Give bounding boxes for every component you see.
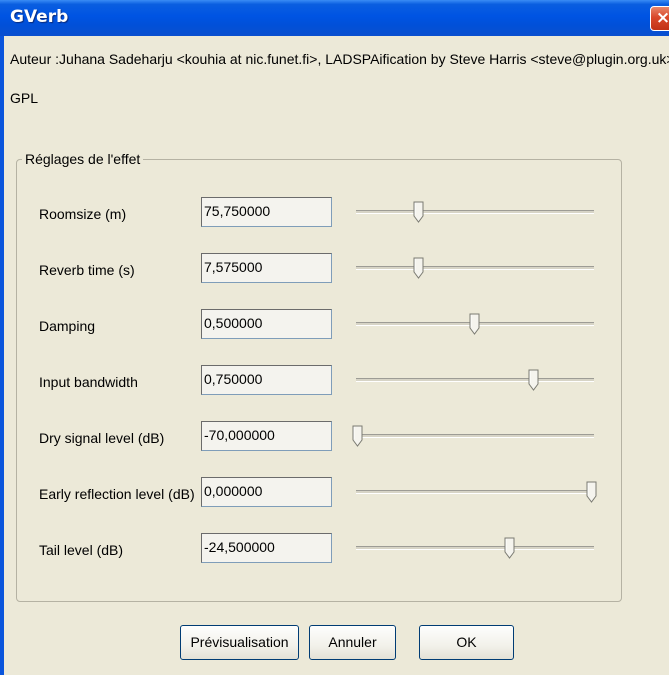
slider-track	[356, 266, 594, 270]
dry-signal-level-slider[interactable]	[352, 424, 598, 448]
window-frame	[0, 36, 4, 675]
slider-track	[356, 378, 594, 382]
slider-track	[356, 490, 594, 494]
damping-input[interactable]: 0,500000	[201, 309, 332, 339]
reverb-time-slider[interactable]	[352, 256, 598, 280]
roomsize-slider[interactable]	[352, 200, 598, 224]
window-title: GVerb	[10, 7, 69, 27]
damping-slider[interactable]	[352, 312, 598, 336]
slider-thumb[interactable]	[504, 537, 515, 559]
slider-thumb[interactable]	[413, 201, 424, 223]
input-bandwidth-input[interactable]: 0,750000	[201, 365, 332, 395]
input-bandwidth-slider[interactable]	[352, 368, 598, 392]
tail-level-input[interactable]: -24,500000	[201, 533, 332, 563]
license-text: GPL	[10, 90, 39, 106]
early-reflection-level-slider[interactable]	[352, 480, 598, 504]
reverb-time-input[interactable]: 7,575000	[201, 253, 332, 283]
roomsize-input[interactable]: 75,750000	[201, 197, 332, 227]
ok-button[interactable]: OK	[419, 625, 514, 660]
slider-track	[356, 546, 594, 550]
slider-thumb[interactable]	[352, 425, 363, 447]
slider-thumb[interactable]	[528, 369, 539, 391]
param-label-reverb-time: Reverb time (s)	[39, 262, 135, 278]
cancel-button[interactable]: Annuler	[309, 625, 396, 660]
close-button[interactable]: ×	[650, 6, 669, 31]
param-label-tail-level: Tail level (dB)	[39, 542, 124, 558]
param-label-early-reflection-level: Early reflection level (dB)	[39, 486, 195, 502]
author-text: Auteur :Juhana Sadeharju <kouhia at nic.…	[10, 51, 669, 67]
param-label-damping: Damping	[39, 318, 96, 334]
param-label-input-bandwidth: Input bandwidth	[39, 374, 138, 390]
dry-signal-level-input[interactable]: -70,000000	[201, 421, 332, 451]
param-label-dry-signal-level: Dry signal level (dB)	[39, 430, 165, 446]
slider-thumb[interactable]	[469, 313, 480, 335]
title-bar: GVerb ×	[0, 0, 669, 36]
early-reflection-level-input[interactable]: 0,000000	[201, 477, 332, 507]
preview-button[interactable]: Prévisualisation	[180, 625, 299, 660]
slider-thumb[interactable]	[586, 481, 597, 503]
slider-track	[356, 434, 594, 438]
slider-track	[356, 210, 594, 214]
tail-level-slider[interactable]	[352, 536, 598, 560]
group-title: Réglages de l'effet	[22, 151, 144, 167]
param-label-roomsize: Roomsize (m)	[39, 206, 127, 222]
slider-thumb[interactable]	[413, 257, 424, 279]
